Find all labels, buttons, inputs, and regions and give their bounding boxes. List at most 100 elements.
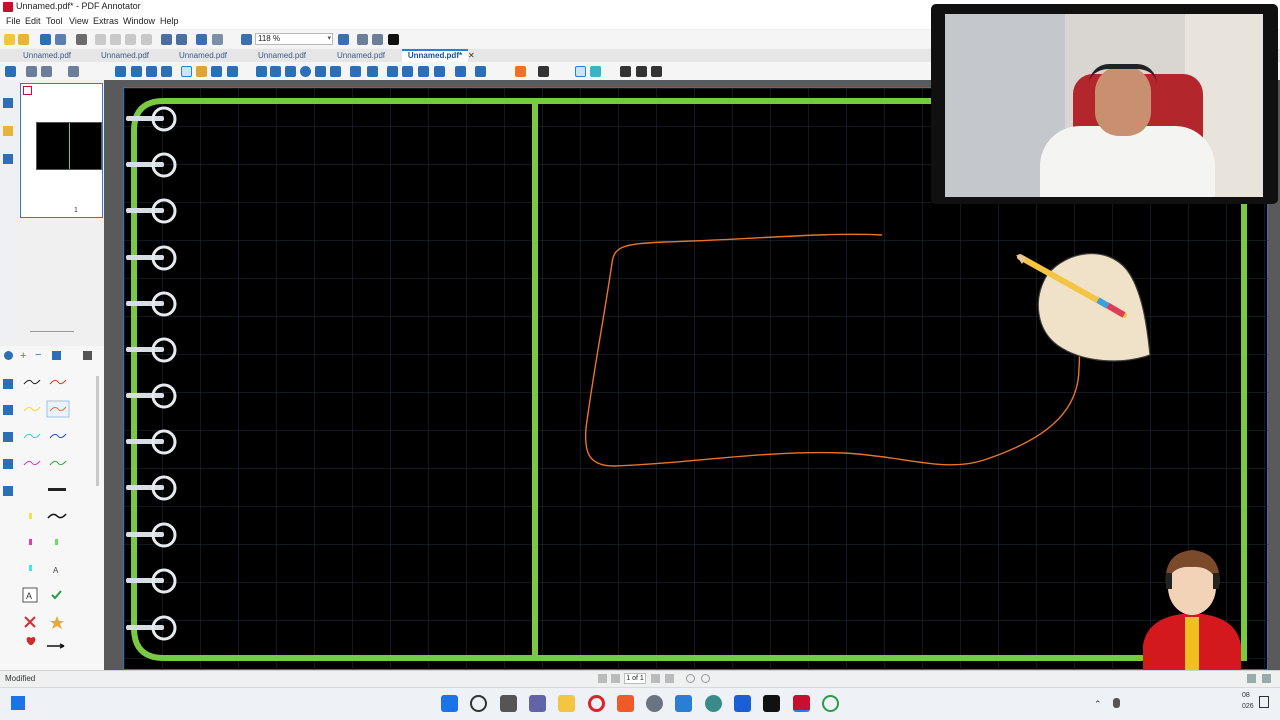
- first-page-icon[interactable]: [598, 674, 607, 683]
- menu-tool[interactable]: Tool: [46, 16, 63, 26]
- settings-wrench-icon[interactable]: [83, 351, 92, 360]
- green-highlighter-favorite[interactable]: [55, 539, 58, 545]
- new-document-icon[interactable]: [5, 66, 16, 77]
- notification-icon[interactable]: [1259, 696, 1269, 708]
- tab-document-1[interactable]: Unnamed.pdf: [12, 49, 82, 62]
- clock-time[interactable]: 08: [1242, 692, 1250, 699]
- chrome-icon[interactable]: [734, 695, 751, 712]
- page-thumbnail[interactable]: [36, 122, 102, 170]
- file-explorer-icon[interactable]: [558, 695, 575, 712]
- page-indicator[interactable]: 1 of 1: [624, 673, 646, 684]
- thick-pen-favorite[interactable]: [47, 513, 67, 519]
- pen-panel-icon[interactable]: [3, 98, 13, 108]
- stamp-icon[interactable]: [227, 66, 238, 77]
- tray-chevron-icon[interactable]: ⌃: [1094, 699, 1102, 710]
- heart-favorites-icon[interactable]: [4, 351, 13, 360]
- settings-icon[interactable]: [646, 695, 663, 712]
- check-icon[interactable]: [315, 66, 326, 77]
- stamp-tool-icon[interactable]: [3, 459, 13, 469]
- delete-icon[interactable]: [141, 34, 152, 45]
- hand-icon[interactable]: [146, 66, 157, 77]
- line-icon[interactable]: [256, 66, 267, 77]
- tab-document-4[interactable]: Unnamed.pdf: [247, 49, 317, 62]
- zoom-select[interactable]: 118 % ▾: [255, 33, 333, 45]
- image-tool-icon[interactable]: [3, 432, 13, 442]
- x-stamp-icon[interactable]: [24, 616, 36, 628]
- previous-page-icon[interactable]: [611, 674, 620, 683]
- redo-icon[interactable]: [176, 34, 187, 45]
- microphone-icon[interactable]: [1113, 698, 1120, 708]
- crop-icon[interactable]: [402, 66, 413, 77]
- picker-tool-icon[interactable]: [3, 486, 13, 496]
- cyan-highlighter-favorite[interactable]: [29, 565, 32, 571]
- blue-pen-favorite[interactable]: [49, 433, 67, 439]
- new-icon[interactable]: [4, 34, 15, 45]
- opera-icon[interactable]: [588, 695, 605, 712]
- camera-icon[interactable]: [387, 66, 398, 77]
- shape-recognition-icon[interactable]: [590, 66, 601, 77]
- ellipse-icon[interactable]: [300, 66, 311, 77]
- cut-icon[interactable]: [95, 34, 106, 45]
- dark-marker-favorite[interactable]: [48, 488, 66, 491]
- rectangle-icon[interactable]: [285, 66, 296, 77]
- zoom-out-icon[interactable]: [241, 34, 252, 45]
- menu-view[interactable]: View: [69, 16, 88, 26]
- yellow-pen-favorite[interactable]: [23, 406, 41, 412]
- forward-icon[interactable]: [701, 674, 710, 683]
- line-style-icon[interactable]: [538, 66, 549, 77]
- attachment-icon[interactable]: [3, 154, 13, 164]
- single-page-view-icon[interactable]: [1247, 674, 1256, 683]
- menu-help[interactable]: Help: [160, 16, 179, 26]
- menu-extras[interactable]: Extras: [93, 16, 119, 26]
- magenta-pen-favorite[interactable]: [23, 460, 41, 466]
- heart-stamp-icon[interactable]: [26, 637, 36, 645]
- xbox-icon[interactable]: [822, 695, 839, 712]
- page-layout-icon[interactable]: [41, 66, 52, 77]
- strikethrough-icon[interactable]: [651, 66, 662, 77]
- pen-icon[interactable]: [181, 66, 192, 77]
- black-pen-favorite[interactable]: [23, 379, 41, 385]
- next-page-icon[interactable]: [651, 674, 660, 683]
- pdf-annotator-icon[interactable]: [793, 695, 810, 712]
- checkmark-stamp-icon[interactable]: [51, 590, 62, 600]
- tab-document-6-active[interactable]: Unnamed.pdf*: [402, 49, 468, 62]
- zoom-icon[interactable]: [161, 66, 172, 77]
- save-icon[interactable]: [40, 34, 51, 45]
- yellow-highlighter-favorite[interactable]: [29, 513, 32, 519]
- tools-icon[interactable]: [68, 66, 79, 77]
- task-view-icon[interactable]: [500, 695, 517, 712]
- chat-icon[interactable]: [529, 695, 546, 712]
- widgets-icon[interactable]: [11, 696, 25, 710]
- magenta-highlighter-favorite[interactable]: [29, 539, 32, 545]
- paste-icon[interactable]: [125, 34, 136, 45]
- highlighter-icon[interactable]: [196, 66, 207, 77]
- fit-page-icon[interactable]: [372, 34, 383, 45]
- sigma-icon[interactable]: [455, 66, 466, 77]
- page-setup-icon[interactable]: [212, 34, 223, 45]
- last-page-icon[interactable]: [665, 674, 674, 683]
- edge-icon[interactable]: [705, 695, 722, 712]
- remove-favorite-icon[interactable]: −: [35, 349, 41, 361]
- ink-color-icon[interactable]: [515, 66, 526, 77]
- search-icon[interactable]: [470, 695, 487, 712]
- pen-tool-icon[interactable]: [3, 379, 13, 389]
- select-text-icon[interactable]: [131, 66, 142, 77]
- save-all-icon[interactable]: [55, 34, 66, 45]
- underline-icon[interactable]: [636, 66, 647, 77]
- close-tab-icon[interactable]: ✕: [468, 51, 475, 60]
- menu-window[interactable]: Window: [123, 16, 155, 26]
- green-pen-favorite[interactable]: [49, 460, 67, 466]
- clock-date[interactable]: 026: [1242, 703, 1254, 710]
- text-tool-favorite[interactable]: A: [53, 566, 59, 575]
- edit-favorite-icon[interactable]: [52, 351, 61, 360]
- copy-icon[interactable]: [110, 34, 121, 45]
- binoculars-icon[interactable]: [196, 34, 207, 45]
- print-icon[interactable]: [76, 34, 87, 45]
- smooth-ink-icon[interactable]: [575, 66, 586, 77]
- star-stamp-icon[interactable]: [50, 616, 64, 629]
- store-icon[interactable]: [675, 695, 692, 712]
- open-icon[interactable]: [18, 34, 29, 45]
- favorites-icon[interactable]: [475, 66, 486, 77]
- marker-tool-icon[interactable]: [3, 405, 13, 415]
- tiktok-icon[interactable]: [763, 695, 780, 712]
